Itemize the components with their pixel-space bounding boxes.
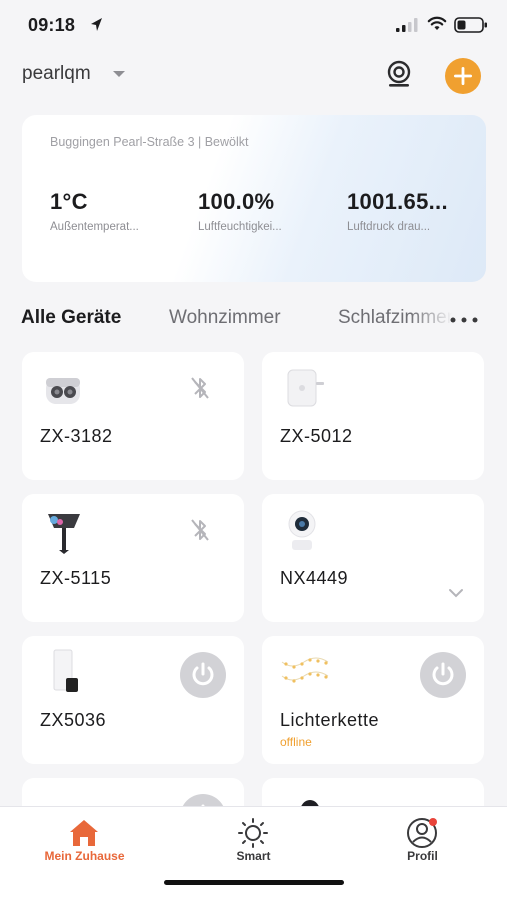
weather-location: Buggingen Pearl-Straße 3 | Bewölkt [50,135,249,149]
weather-card[interactable]: Buggingen Pearl-Straße 3 | Bewölkt 1°C A… [22,115,486,282]
outdoor-temperature: 1°C Außentemperat... [50,189,190,233]
cellular-signal-icon [396,18,418,32]
device-grid: ZX-3182 ZX-5012 ZX-5115 NX4449 ZX5036 Li… [0,352,507,812]
device-name: ZX-5012 [280,426,353,446]
chevron-down-icon[interactable] [448,588,464,598]
device-name: ZX-3182 [40,426,113,446]
device-card[interactable]: Lichterkette offline [262,636,484,764]
plus-icon [454,67,472,85]
more-icon[interactable] [448,313,480,327]
tab-all-devices[interactable]: Alle Geräte [21,307,121,329]
device-name: NX4449 [280,568,349,588]
stat-value: 1°C [50,189,88,214]
device-name: ZX-5115 [40,568,112,588]
status-bar: 09:18 [0,0,507,50]
location-arrow-icon [91,18,102,31]
camera-image [288,510,316,550]
tab-living-room[interactable]: Wohnzimmer [169,307,281,329]
wifi-icon [427,16,447,30]
stat-label: Luftdruck drau... [347,221,431,233]
wall-light-image [53,649,78,692]
tab-my-home[interactable]: Mein Zuhause [0,807,169,877]
room-tabs: Alle Geräte Wohnzimmer Schlafzimmer [0,303,507,337]
earbuds-image [46,378,80,404]
spotlight-image [48,514,80,554]
bluetooth-off-icon [191,519,209,541]
power-button[interactable] [420,652,466,698]
battery-icon [454,17,487,33]
device-name: Lichterkette [280,710,380,730]
status-time: 09:18 [28,15,76,35]
bottom-tab-bar: Mein Zuhause Smart Profil [0,806,507,900]
stat-label: Außentemperat... [50,221,139,233]
device-card[interactable]: NX4449 [262,494,484,622]
device-card[interactable]: ZX-5012 [262,352,484,480]
scene-view-icon[interactable] [385,60,413,88]
device-card[interactable]: ZX-3182 [22,352,244,480]
tab-label: Mein Zuhause [44,849,125,863]
tab-label: Profil [407,849,438,863]
stat-value: 1001.65... [347,189,448,214]
header: pearlqm [0,55,507,97]
device-card[interactable]: ZX5036 [22,636,244,764]
power-icon [432,662,454,686]
caret-down-icon[interactable] [112,69,126,79]
sun-icon [238,818,268,848]
smart-plug-image [287,369,324,407]
stat-label: Luftfeuchtigkei... [198,221,282,233]
profile-icon [407,818,437,848]
home-selector[interactable]: pearlqm [22,63,91,85]
stat-value: 100.0% [198,189,275,214]
tab-smart[interactable]: Smart [169,807,338,877]
home-icon [70,820,98,846]
device-status-offline: offline [280,735,312,749]
power-icon [192,662,214,686]
tab-label: Smart [236,849,271,863]
device-card[interactable]: ZX-5115 [22,494,244,622]
air-pressure: 1001.65... Luftdruck drau... [347,189,472,233]
bluetooth-off-icon [191,377,209,399]
tab-profile[interactable]: Profil [338,807,507,877]
string-lights-image [281,657,329,683]
add-device-button[interactable] [445,58,481,94]
power-button[interactable] [180,652,226,698]
home-indicator [164,880,344,885]
device-name: ZX5036 [40,710,107,730]
humidity: 100.0% Luftfeuchtigkei... [198,189,338,233]
